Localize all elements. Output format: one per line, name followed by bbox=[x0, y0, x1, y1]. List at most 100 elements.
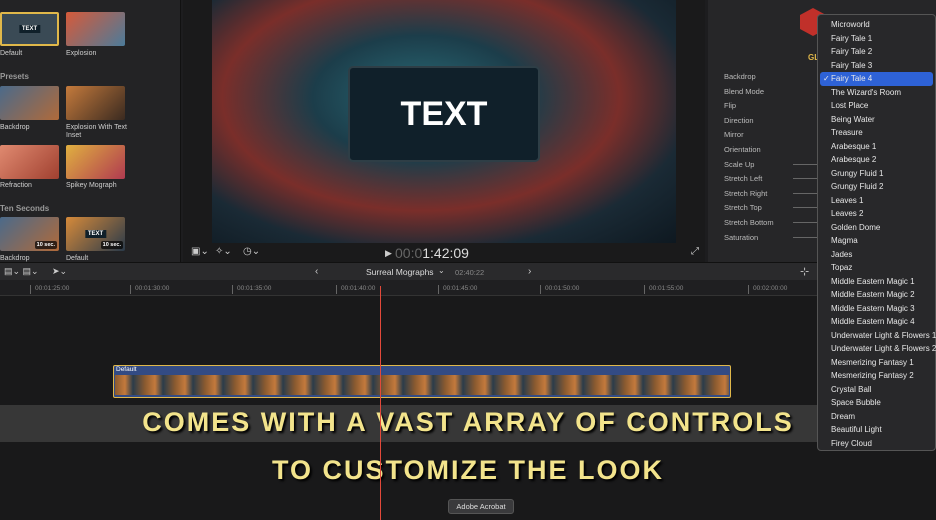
menu-item-label: Beautiful Light bbox=[831, 425, 882, 434]
param-label: Direction bbox=[724, 115, 754, 125]
menu-item[interactable]: Grungy Fluid 2 bbox=[818, 180, 935, 194]
menu-item[interactable]: Fairy Tale 1 bbox=[818, 32, 935, 46]
menu-item[interactable]: Beautiful Light bbox=[818, 423, 935, 437]
menu-item-label: Leaves 2 bbox=[831, 209, 864, 218]
menu-item[interactable]: Middle Eastern Magic 3 bbox=[818, 302, 935, 316]
thumb-label: Explosion bbox=[66, 50, 97, 57]
project-duration: 02:40:22 bbox=[455, 268, 485, 277]
chevron-down-icon[interactable]: ⌄ bbox=[438, 266, 445, 275]
menu-item[interactable]: Topaz bbox=[818, 261, 935, 275]
section-presets: Presets bbox=[0, 72, 29, 81]
menu-item-label: Fairy Tale 1 bbox=[831, 33, 873, 43]
timecode-value: 1:42:09 bbox=[422, 245, 469, 261]
play-icon[interactable]: ▶ bbox=[385, 248, 392, 259]
project-name[interactable]: Surreal Mographs bbox=[366, 267, 434, 277]
menu-item[interactable]: Golden Dome bbox=[818, 221, 935, 235]
clip-label: Default bbox=[116, 366, 137, 373]
fullscreen-icon[interactable]: ⤢ bbox=[691, 246, 699, 257]
menu-item-label: Treasure bbox=[831, 128, 863, 137]
menu-item-label: Grungy Fluid 1 bbox=[831, 168, 884, 178]
menu-item-label: Arabesque 2 bbox=[831, 155, 877, 164]
thumb-backdrop[interactable] bbox=[0, 86, 59, 120]
menu-item[interactable]: Microworld bbox=[818, 18, 935, 32]
forward-arrow[interactable]: › bbox=[528, 266, 531, 277]
clip-filmstrip bbox=[115, 375, 729, 395]
menu-item-label: Middle Eastern Magic 4 bbox=[831, 317, 915, 326]
ruler-label: 00:01:25:00 bbox=[30, 285, 69, 294]
menu-item[interactable]: Underwater Light & Flowers 1 bbox=[818, 329, 936, 343]
menu-item[interactable]: The Wizard's Room bbox=[818, 86, 935, 100]
menu-item-label: Magma bbox=[831, 236, 858, 245]
thumb-explosion[interactable] bbox=[66, 12, 125, 46]
menu-item[interactable]: Space Bubble bbox=[818, 396, 935, 410]
thumb-explosion-text[interactable] bbox=[66, 86, 125, 120]
menu-item-label: Fairy Tale 4 bbox=[831, 74, 873, 83]
effects-browser: TEXT Default Explosion Presets Backdrop … bbox=[0, 0, 181, 262]
menu-item-label: Mesmerizing Fantasy 1 bbox=[831, 357, 914, 367]
menu-item-label: Topaz bbox=[831, 263, 853, 272]
thumb-label: Explosion With Text Inset bbox=[66, 124, 127, 139]
menu-item-label: Fairy Tale 2 bbox=[831, 47, 873, 56]
timecode: 00:01:42:09 bbox=[395, 245, 469, 261]
menu-item-label: Crystal Ball bbox=[831, 384, 872, 394]
menu-item[interactable]: Mesmerizing Fantasy 2 bbox=[818, 369, 935, 383]
param-label: Saturation bbox=[724, 232, 759, 242]
select-tool-icon[interactable]: ➤⌄ bbox=[52, 266, 67, 277]
playhead[interactable] bbox=[380, 286, 381, 520]
menu-item-label: Dream bbox=[831, 411, 856, 421]
timecode-dim: 00:0 bbox=[395, 245, 423, 261]
enhance-icon[interactable]: ✧⌄ bbox=[215, 246, 232, 257]
menu-item[interactable]: Magma bbox=[818, 234, 935, 248]
thumb-default-10[interactable]: TEXT 10 sec. bbox=[66, 217, 125, 251]
ruler-label: 00:01:45:00 bbox=[438, 285, 477, 294]
menu-item-label: Space Bubble bbox=[831, 398, 881, 407]
menu-item[interactable]: Mesmerizing Fantasy 1 bbox=[818, 356, 935, 370]
menu-item-label: Leaves 1 bbox=[831, 195, 864, 205]
menu-item-label: Firey Cloud bbox=[831, 438, 872, 448]
timeline-ruler[interactable]: 00:01:25:00 00:01:30:00 00:01:35:00 00:01:4… bbox=[0, 280, 936, 296]
timeline-clip[interactable]: Default bbox=[113, 365, 731, 398]
thumb-refraction[interactable] bbox=[0, 145, 59, 179]
param-label: Stretch Left bbox=[724, 174, 763, 184]
duration-badge: 10 sec. bbox=[100, 241, 123, 249]
clip-appearance-icon[interactable]: ▤⌄ ▤⌄ bbox=[4, 266, 39, 277]
thumb-backdrop-10[interactable]: 10 sec. bbox=[0, 217, 59, 251]
menu-item-label: Golden Dome bbox=[831, 222, 881, 232]
speed-icon[interactable]: ◷⌄ bbox=[243, 246, 260, 257]
param-label: Stretch Top bbox=[724, 203, 762, 213]
menu-item[interactable]: Treasure bbox=[818, 126, 935, 140]
menu-item-label: Middle Eastern Magic 2 bbox=[831, 290, 915, 299]
thumb-text: TEXT bbox=[18, 25, 41, 33]
menu-item[interactable]: Lost Place bbox=[818, 99, 935, 113]
menu-item[interactable]: Grungy Fluid 1 bbox=[818, 167, 935, 181]
menu-item[interactable]: Middle Eastern Magic 4 bbox=[818, 315, 935, 329]
menu-item[interactable]: Middle Eastern Magic 2 bbox=[818, 288, 935, 302]
menu-item-label: Being Water bbox=[831, 114, 875, 124]
back-arrow[interactable]: ‹ bbox=[315, 266, 318, 277]
menu-item[interactable]: Firey Cloud bbox=[818, 437, 935, 451]
menu-item[interactable]: Leaves 2 bbox=[818, 207, 935, 221]
menu-item-label: Microworld bbox=[831, 20, 870, 29]
timeline-index-icon[interactable]: ⊹ bbox=[800, 265, 809, 278]
thumb-spikey[interactable] bbox=[66, 145, 125, 179]
menu-item[interactable]: Being Water bbox=[818, 113, 935, 127]
ruler-label: 00:01:55:00 bbox=[644, 285, 683, 294]
menu-item[interactable]: Fairy Tale 2 bbox=[818, 45, 935, 59]
menu-item[interactable]: Arabesque 2 bbox=[818, 153, 935, 167]
param-label: Stretch Right bbox=[724, 188, 768, 198]
thumb-label: Default bbox=[0, 50, 23, 57]
caption-line-2: TO CUSTOMIZE THE LOOK bbox=[271, 455, 664, 485]
param-label: Orientation bbox=[724, 145, 761, 154]
menu-item[interactable]: Fairy Tale 3 bbox=[818, 59, 935, 73]
menu-item[interactable]: Underwater Light & Flowers 2 bbox=[818, 342, 936, 356]
menu-item[interactable]: Middle Eastern Magic 1 bbox=[818, 275, 935, 289]
menu-item[interactable]: ✓ Fairy Tale 4 bbox=[820, 72, 933, 86]
menu-item[interactable]: Crystal Ball bbox=[818, 383, 935, 397]
viewer-controls: ▣⌄ ✧⌄ ◷⌄ ▶ 00:01:42:09 ⤢ bbox=[183, 243, 705, 262]
menu-item[interactable]: Jades bbox=[818, 248, 935, 262]
menu-item[interactable]: Dream bbox=[818, 410, 935, 424]
crop-icon[interactable]: ▣⌄ bbox=[191, 246, 209, 257]
menu-item[interactable]: Arabesque 1 bbox=[818, 140, 935, 154]
menu-item[interactable]: Leaves 1 bbox=[818, 194, 935, 208]
thumb-default[interactable]: TEXT bbox=[0, 12, 59, 46]
